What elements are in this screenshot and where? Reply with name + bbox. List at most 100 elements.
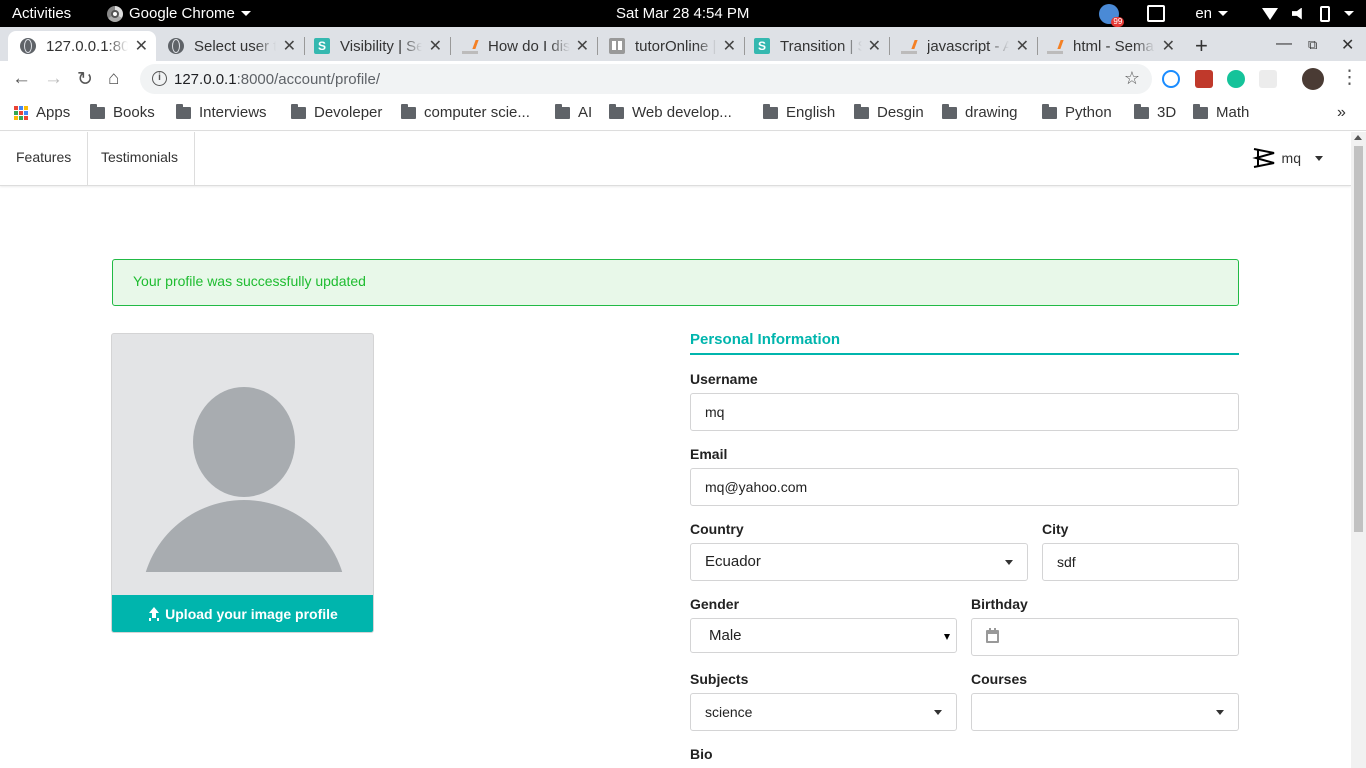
upload-button-label: Upload your image profile [165,605,338,622]
email-field[interactable]: mq@yahoo.com [690,468,1239,506]
clock[interactable]: Sat Mar 28 4:54 PM [616,5,749,22]
grammarly-icon[interactable] [1227,70,1245,88]
tab-html-semantic[interactable]: html - Semantic UI ✕ [1035,31,1183,61]
stackoverflow-icon [462,38,478,54]
reload-button[interactable]: ↻ [77,68,93,91]
bio-label: Bio [690,746,713,762]
close-icon[interactable]: ✕ [135,36,148,56]
clipboard-icon[interactable] [1147,5,1166,22]
bookmark-folder-web-development[interactable]: Web develop... [609,103,732,121]
tab-title: How do I display a div [488,37,570,55]
url-text[interactable]: 127.0.0.1:8000/account/profile/ [174,71,380,88]
tab-profile[interactable]: 127.0.0.1:8000/account/profile/ ✕ [8,31,156,61]
address-bar[interactable]: i 127.0.0.1:8000/account/profile/ ☆ [140,64,1152,94]
city-field[interactable]: sdf [1042,543,1239,581]
bookmark-folder-math[interactable]: Math [1193,103,1249,121]
chevron-down-icon[interactable] [1344,11,1354,16]
tab-title: html - Semantic UI [1073,37,1155,55]
username-field[interactable]: mq [690,393,1239,431]
system-tray[interactable]: 99 en [1099,3,1354,27]
app-menu[interactable]: Google Chrome [107,5,251,22]
extension-react-icon[interactable] [1259,70,1277,88]
tab-transition[interactable]: S Transition | Semantic UI ✕ [742,31,889,61]
tab-title: 127.0.0.1:8000/account/profile/ [46,37,128,55]
close-icon[interactable]: ✕ [1016,36,1029,56]
activities-button[interactable]: Activities [12,5,71,22]
bookmark-folder-3d[interactable]: 3D [1134,103,1176,121]
stackoverflow-icon [1047,38,1063,54]
country-select[interactable]: Ecuador [690,543,1028,581]
battery-icon[interactable] [1320,5,1330,22]
bookmark-folder-python[interactable]: Python [1042,103,1112,121]
city-label: City [1042,521,1069,537]
subjects-select[interactable]: science [690,693,957,731]
tab-trello[interactable]: tutorOnline | Trello ✕ [597,31,744,61]
tab-visibility[interactable]: S Visibility | Semantic UI ✕ [302,31,450,61]
semantic-ui-icon: S [754,38,770,54]
nav-features[interactable]: Features [0,132,89,185]
app-menu-label: Google Chrome [129,5,235,22]
wifi-icon[interactable] [1262,7,1278,20]
upload-image-button[interactable]: Upload your image profile [112,595,373,632]
close-icon[interactable]: ✕ [429,36,442,56]
country-label: Country [690,521,744,537]
avatar-placeholder-head [193,387,295,497]
close-icon[interactable]: ✕ [576,36,589,56]
bookmark-folder-interviews[interactable]: Interviews [176,103,267,121]
avatar-card: Upload your image profile [111,333,374,633]
language-indicator[interactable]: en [1195,5,1228,22]
bookmark-folder-english[interactable]: English [763,103,835,121]
bookmark-apps[interactable]: Apps [14,104,70,121]
bookmark-folder-devoleper[interactable]: Devoleper [291,103,382,121]
chevron-down-icon [944,634,950,640]
bookmark-folder-drawing[interactable]: drawing [942,103,1018,121]
volume-icon[interactable] [1292,7,1302,20]
bookmark-label: computer scie... [424,104,530,121]
close-icon[interactable]: ✕ [723,36,736,56]
bookmark-folder-desgin[interactable]: Desgin [854,103,924,121]
close-window-button[interactable]: ✕ [1341,35,1354,55]
stackoverflow-icon [901,38,917,54]
page-scrollbar[interactable] [1351,132,1366,768]
extension-chart-icon[interactable] [1195,70,1213,88]
tab-title: tutorOnline | Trello [635,37,717,55]
subjects-label: Subjects [690,671,749,687]
tab-how-do-i[interactable]: How do I display a div ✕ [450,31,597,61]
bookmarks-overflow-button[interactable]: » [1337,104,1346,122]
bookmark-folder-computer-science[interactable]: computer scie... [401,103,530,121]
back-button[interactable]: ← [12,68,31,90]
tab-javascript[interactable]: javascript - Angular ✕ [889,31,1037,61]
chevron-down-icon [1005,560,1013,565]
tab-select-user[interactable]: Select user to change ✕ [156,31,304,61]
minimize-button[interactable]: — [1276,35,1292,53]
birthday-field[interactable] [971,618,1239,656]
bookmark-star-icon[interactable]: ☆ [1124,68,1140,89]
scrollbar-thumb[interactable] [1354,146,1363,532]
new-tab-button[interactable]: + [1195,33,1208,59]
subjects-value: science [705,704,753,720]
gender-select[interactable]: Male [690,618,957,653]
bookmark-folder-books[interactable]: Books [90,103,155,121]
gender-label: Gender [690,596,740,612]
courses-select[interactable] [971,693,1239,731]
profile-avatar[interactable] [1302,68,1324,90]
close-icon[interactable]: ✕ [283,36,296,56]
folder-icon [854,103,869,119]
info-icon[interactable]: i [152,71,167,86]
close-icon[interactable]: ✕ [868,36,881,56]
user-menu[interactable]: mq [1251,146,1323,170]
logo-icon [1251,148,1274,168]
nav-testimonials[interactable]: Testimonials [85,132,196,185]
upload-icon [147,606,161,621]
extension-loop-icon[interactable] [1162,70,1180,88]
menu-kebab-icon[interactable]: ⋮ [1340,66,1359,89]
forward-button[interactable]: → [44,68,63,90]
close-icon[interactable]: ✕ [1162,36,1175,56]
restore-button[interactable]: ⧉ [1308,37,1317,53]
section-title: Personal Information [690,331,1239,355]
site-navbar: Features Testimonials mq [0,132,1351,186]
scroll-up-icon[interactable] [1354,135,1362,140]
notification-app-icon[interactable]: 99 [1099,3,1125,27]
home-button[interactable]: ⌂ [108,68,119,90]
bookmark-folder-ai[interactable]: AI [555,103,592,121]
